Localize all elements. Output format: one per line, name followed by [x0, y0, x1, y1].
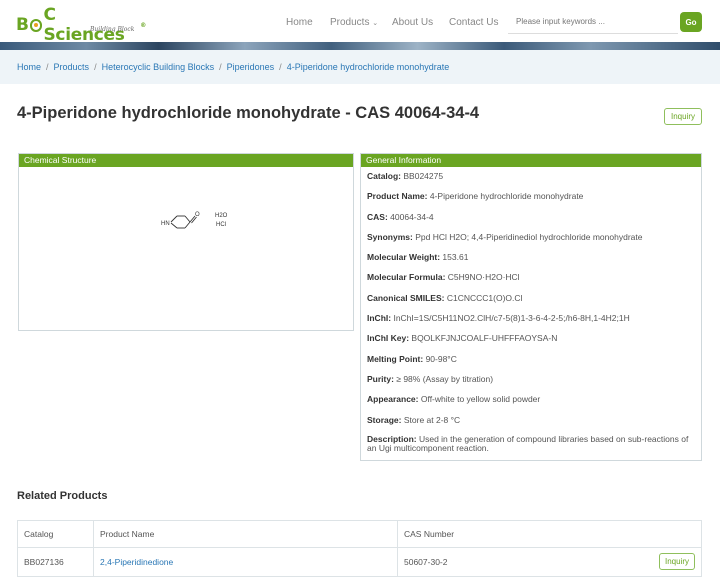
info-label: Description:	[367, 433, 417, 444]
info-label: Purity:	[367, 373, 394, 384]
info-label: InChI:	[367, 313, 392, 324]
info-list: Catalog: BB024275 Product Name: 4-Piperi…	[361, 167, 701, 454]
info-value: InChI=1S/C5H11NO2.ClH/c7-5(8)1-3-6-4-2-5…	[393, 313, 630, 324]
nav-home[interactable]: Home	[286, 17, 313, 28]
nav-about[interactable]: About Us	[392, 17, 433, 28]
related-products-title: Related Products	[17, 490, 108, 502]
cas-value: 50607-30-2	[404, 557, 448, 567]
general-information-panel: General Information Catalog: BB024275 Pr…	[360, 153, 702, 461]
cell-cas: 50607-30-2 Inquiry	[397, 547, 702, 577]
info-value: 4-Piperidone hydrochloride monohydrate	[429, 191, 584, 202]
banner-image	[0, 42, 720, 50]
site-header: B C Sciences ® Building Block Home Product…	[0, 0, 720, 45]
related-products-table: Catalog Product Name CAS Number BB027136…	[17, 520, 702, 577]
logo-text: C Sciences	[43, 5, 125, 45]
breadcrumb-separator: /	[279, 62, 282, 72]
info-value: 90-98°C	[425, 353, 457, 364]
breadcrumb-current[interactable]: 4-Piperidone hydrochloride monohydrate	[287, 62, 450, 72]
info-row-appearance: Appearance: Off-white to yellow solid po…	[367, 394, 695, 404]
info-value: BQOLKFJNJCOALF-UHFFFAOYSA-N	[411, 333, 558, 344]
cell-product-name: 2,4-Piperidinedione	[93, 547, 398, 577]
nav-contact[interactable]: Contact Us	[449, 17, 498, 28]
info-value: BB024275	[403, 171, 444, 181]
info-label: Canonical SMILES:	[367, 292, 445, 303]
info-row-storage: Storage: Store at 2-8 °C	[367, 415, 695, 425]
info-row-description: Description: Used in the generation of c…	[367, 433, 695, 454]
info-row-cas: CAS: 40064-34-4	[367, 212, 695, 222]
info-label: Molecular Weight:	[367, 252, 441, 263]
structure-label-water: H2O	[215, 213, 228, 219]
logo-o-icon	[29, 18, 43, 32]
related-product-link[interactable]: 2,4-Piperidinedione	[100, 557, 173, 567]
row-inquiry-button[interactable]: Inquiry	[659, 553, 695, 570]
breadcrumb-home[interactable]: Home	[17, 62, 41, 72]
panel-heading: General Information	[361, 154, 701, 167]
column-header-product-name: Product Name	[93, 520, 398, 548]
info-value: 40064-34-4	[390, 211, 434, 222]
table-header-row: Catalog Product Name CAS Number	[17, 520, 702, 548]
info-row-melting-point: Melting Point: 90-98°C	[367, 354, 695, 364]
column-header-catalog: Catalog	[17, 520, 94, 548]
info-label: Storage:	[367, 414, 402, 425]
info-label: Catalog:	[367, 171, 401, 181]
nav-products[interactable]: Products ⌄	[330, 17, 378, 28]
inquiry-button[interactable]: Inquiry	[664, 108, 702, 125]
info-value: Ppd HCl H2O; 4,4-Piperidinediol hydrochl…	[415, 231, 643, 242]
cell-catalog: BB027136	[17, 547, 94, 577]
search-input[interactable]	[508, 10, 678, 34]
structure-label-o: O	[195, 212, 200, 218]
logo-tagline: Building Block	[90, 26, 135, 33]
info-row-synonyms: Synonyms: Ppd HCl H2O; 4,4-Piperidinedio…	[367, 232, 695, 242]
structure-label-hcl: HCl	[216, 222, 226, 228]
table-row: BB027136 2,4-Piperidinedione 50607-30-2 …	[17, 547, 702, 577]
info-row-inchi-key: InChI Key: BQOLKFJNJCOALF-UHFFFAOYSA-N	[367, 333, 695, 343]
chemical-structure-panel: Chemical Structure HN O H2O HCl	[18, 153, 354, 331]
info-label: CAS:	[367, 211, 388, 222]
logo-registered-mark: ®	[140, 21, 146, 29]
info-row-catalog: Catalog: BB024275	[367, 171, 695, 181]
breadcrumb: Home / Products / Heterocyclic Building Bloc…	[0, 50, 720, 84]
info-value: Store at 2-8 °C	[403, 414, 461, 425]
info-label: Molecular Formula:	[367, 272, 446, 283]
info-row-smiles: Canonical SMILES: C1CNCCC1(O)O.Cl	[367, 293, 695, 303]
info-value: ≥ 98% (Assay by titration)	[396, 373, 494, 384]
info-label: Appearance:	[367, 394, 419, 405]
panel-heading: Chemical Structure	[19, 154, 353, 167]
info-row-inchi: InChI: InChI=1S/C5H11NO2.ClH/c7-5(8)1-3-…	[367, 313, 695, 323]
nav-products-label: Products	[330, 17, 370, 28]
info-row-purity: Purity: ≥ 98% (Assay by titration)	[367, 374, 695, 384]
chevron-down-icon: ⌄	[372, 20, 379, 27]
go-button[interactable]: Go	[680, 12, 702, 32]
info-value: C5H9NO·H2O·HCl	[447, 272, 520, 283]
info-value: C1CNCCC1(O)O.Cl	[446, 292, 523, 303]
info-label: InChI Key:	[367, 333, 410, 344]
breadcrumb-heterocyclic[interactable]: Heterocyclic Building Blocks	[102, 62, 215, 72]
logo[interactable]: B C Sciences ® Building Block	[16, 5, 146, 45]
info-row-molecular-weight: Molecular Weight: 153.61	[367, 252, 695, 262]
info-value: Off-white to yellow solid powder	[420, 394, 541, 405]
breadcrumb-separator: /	[219, 62, 222, 72]
structure-label-nh: HN	[161, 221, 170, 227]
info-label: Melting Point:	[367, 353, 424, 364]
info-row-molecular-formula: Molecular Formula: C5H9NO·H2O·HCl	[367, 272, 695, 282]
breadcrumb-separator: /	[46, 62, 49, 72]
info-row-product-name: Product Name: 4-Piperidone hydrochloride…	[367, 191, 695, 201]
chemical-structure-image: HN O H2O HCl	[161, 212, 228, 229]
info-value: 153.61	[442, 252, 469, 263]
info-label: Product Name:	[367, 191, 428, 202]
logo-letter-b: B	[16, 15, 29, 35]
column-header-cas: CAS Number	[397, 520, 702, 548]
breadcrumb-products[interactable]: Products	[54, 62, 90, 72]
breadcrumb-piperidones[interactable]: Piperidones	[227, 62, 275, 72]
page-title: 4-Piperidone hydrochloride monohydrate -…	[17, 104, 480, 122]
breadcrumb-separator: /	[94, 62, 97, 72]
logo-wordmark: B C Sciences ®	[16, 5, 146, 45]
info-label: Synonyms:	[367, 231, 413, 242]
